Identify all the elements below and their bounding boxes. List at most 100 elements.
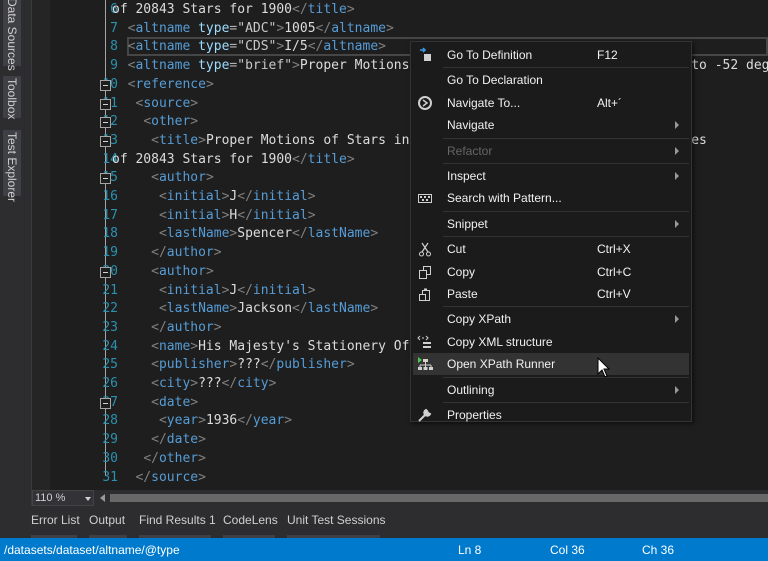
token-br: > xyxy=(205,170,214,186)
menu-item-navigate[interactable]: Navigate xyxy=(413,114,689,136)
collapse-icon[interactable] xyxy=(100,397,111,409)
token-tag: lastName xyxy=(166,301,230,317)
token-attr: type xyxy=(198,39,230,55)
token-br: </ xyxy=(221,376,238,391)
collapse-icon[interactable] xyxy=(100,135,111,147)
token-br: > xyxy=(284,413,293,429)
line-number: 25 xyxy=(102,357,118,373)
menu-item-cut[interactable]: Cut Ctrl+X xyxy=(413,238,689,260)
token-txt: 1936 xyxy=(205,413,238,429)
token-br: > xyxy=(292,58,300,74)
menu-item-copy-xml-structure[interactable]: Copy XML structure xyxy=(413,331,689,353)
collapse-icon[interactable] xyxy=(100,266,111,278)
menu-item-inspect[interactable]: Inspect xyxy=(413,165,689,187)
menu-item-navigate-to[interactable]: Navigate To... Alt+´ xyxy=(413,92,689,114)
token-br: </ xyxy=(143,450,159,466)
code-text: <name>His Majesty's Stationery Office xyxy=(151,338,441,357)
menu-item-paste[interactable]: Paste Ctrl+V xyxy=(413,283,689,305)
context-menu: Go To Definition F12 Go To Declaration Navi… xyxy=(410,41,692,422)
menu-item-copy-xpath[interactable]: Copy XPath xyxy=(413,308,689,330)
tab-output[interactable]: Output xyxy=(89,513,125,527)
code-line[interactable]: 6 of 20843 Stars for 1900</title> xyxy=(32,1,768,20)
code-text: <author> xyxy=(151,169,214,188)
tab-error-list[interactable]: Error List xyxy=(31,513,80,527)
token-tag: lastName xyxy=(307,226,371,242)
horizontal-scrollbar-thumb[interactable] xyxy=(110,494,768,502)
line-number: 16 xyxy=(102,189,118,204)
token-br: > xyxy=(198,450,206,466)
token-br: > xyxy=(346,357,355,373)
token-tag: other xyxy=(158,450,199,466)
token-br: </ xyxy=(315,20,332,36)
menu-separator xyxy=(443,163,689,164)
zoom-dropdown[interactable]: 110 % xyxy=(32,490,94,506)
go-to-definition-icon xyxy=(417,47,433,63)
code-text: <year>1936</year> xyxy=(159,412,292,431)
scroll-left-arrow-icon[interactable] xyxy=(100,494,105,502)
token-br: </ xyxy=(151,319,167,335)
navigate-to-icon xyxy=(417,95,433,111)
token-tag: other xyxy=(151,114,191,130)
side-tab-toolbox[interactable]: Toolbox xyxy=(3,76,21,119)
side-tab-data-sources[interactable]: Data Sources xyxy=(3,0,21,71)
token-br: > xyxy=(213,245,222,261)
menu-item-open-xpath-runner[interactable]: Open XPath Runner xyxy=(413,353,689,376)
side-tab-test-explorer[interactable]: Test Explorer xyxy=(3,130,21,202)
token-br: </ xyxy=(307,39,324,55)
code-text: </author> xyxy=(151,244,221,263)
code-text: of 20843 Stars for 1900</title> xyxy=(112,151,355,170)
token-tag: author xyxy=(158,263,206,279)
menu-separator xyxy=(443,402,689,403)
menu-item-outlining[interactable]: Outlining xyxy=(413,379,689,401)
tab-codelens[interactable]: CodeLens xyxy=(223,513,278,527)
token-br: > xyxy=(346,151,355,167)
code-text: <altname type="ADC">1005</altname> xyxy=(128,20,394,39)
collapse-icon[interactable] xyxy=(100,117,111,129)
menu-item-shortcut: Ctrl+X xyxy=(597,242,631,257)
tab-find-results[interactable]: Find Results 1 xyxy=(139,513,216,527)
submenu-arrow-icon xyxy=(675,385,679,394)
menu-item-properties[interactable]: Properties xyxy=(413,404,689,426)
token-tag: initial xyxy=(166,189,222,204)
cut-icon xyxy=(417,241,433,257)
line-number: 18 xyxy=(102,226,118,242)
menu-item-search-with-pattern[interactable]: Search with Pattern... xyxy=(413,187,689,209)
code-line[interactable]: 31 </source> xyxy=(32,469,768,488)
code-line[interactable]: 30 </other> xyxy=(32,450,768,469)
code-line[interactable]: 7 <altname type="ADC">1005</altname> xyxy=(32,20,768,39)
menu-item-label: Go To Declaration xyxy=(447,73,543,88)
menu-item-refactor[interactable]: Refactor xyxy=(413,140,689,162)
code-text: of 20843 Stars for 1900</title> xyxy=(112,1,355,20)
token-br: </ xyxy=(151,245,167,261)
token-br: > xyxy=(370,226,379,242)
menu-item-label: Open XPath Runner xyxy=(447,357,556,372)
menu-item-go-to-declaration[interactable]: Go To Declaration xyxy=(413,69,689,91)
token-val: "ADC" xyxy=(237,20,277,36)
side-tool-strip: Data Sources Toolbox Test Explorer xyxy=(0,0,24,538)
collapse-icon[interactable] xyxy=(100,79,111,91)
token-tag: initial xyxy=(252,282,308,298)
token-br: > xyxy=(307,207,316,223)
token-tag: source xyxy=(143,95,191,111)
token-br: > xyxy=(198,469,206,485)
line-number: 6 xyxy=(110,2,118,17)
submenu-arrow-icon xyxy=(675,219,679,228)
token-txt: 1005 xyxy=(284,20,316,36)
code-text: <city>???</city> xyxy=(151,375,276,394)
side-tab-label: Data Sources xyxy=(5,0,19,71)
collapse-icon[interactable] xyxy=(100,173,111,185)
token-txt: Spencer xyxy=(237,226,293,242)
paste-icon xyxy=(417,286,433,302)
menu-item-copy[interactable]: Copy Ctrl+C xyxy=(413,261,689,283)
menu-item-go-to-definition[interactable]: Go To Definition F12 xyxy=(413,44,689,66)
chevron-down-icon xyxy=(85,497,91,501)
token-br: > xyxy=(198,413,206,429)
mouse-cursor-icon xyxy=(597,357,611,378)
menu-item-shortcut: F12 xyxy=(597,48,618,62)
collapse-icon[interactable] xyxy=(100,98,111,110)
menu-item-snippet[interactable]: Snippet xyxy=(413,213,689,235)
code-line[interactable]: 29 </date> xyxy=(32,431,768,450)
copy-xml-structure-icon xyxy=(417,334,433,350)
status-xpath: /datasets/dataset/altname/@type xyxy=(4,543,180,557)
tab-unit-test-sessions[interactable]: Unit Test Sessions xyxy=(287,513,386,527)
